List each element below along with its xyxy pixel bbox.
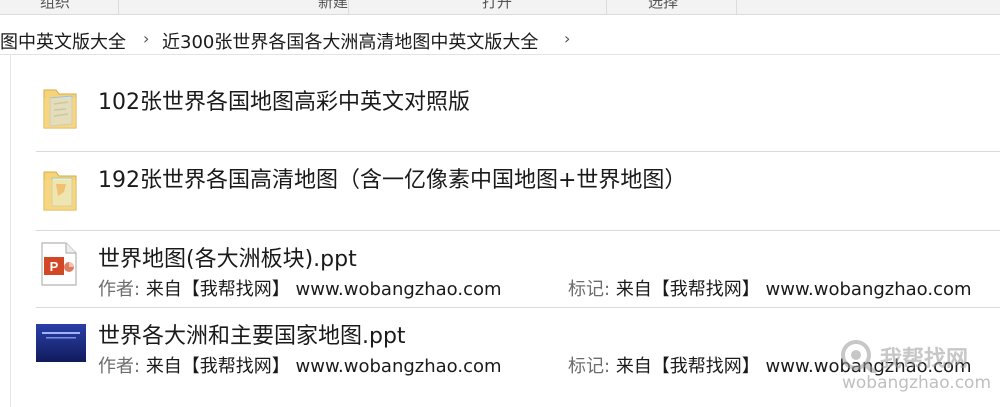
chevron-right-icon[interactable]: › [564,29,570,48]
ribbon-group-organize[interactable]: 组织 [0,0,119,14]
ribbon-group-new[interactable]: 新建 [118,0,349,14]
powerpoint-file-icon: P [40,241,78,291]
chevron-right-icon[interactable]: › [143,29,149,48]
folder-icon [42,84,78,134]
breadcrumb-item-current[interactable]: 近300张世界各国各大洲高清地图中英文版大全 [162,28,538,54]
file-name[interactable]: 世界各大洲和主要国家地图.ppt [98,318,406,350]
watermark-url: wobangzhao.com [842,373,992,393]
ribbon-group-open[interactable]: 打开 [348,0,607,14]
file-name[interactable]: 192张世界各国高清地图（含一亿像素中国地图+世界地图） [98,162,686,194]
author-value: 来自【我帮找网】 www.wobangzhao.com [145,279,502,300]
watermark-text: 我帮找网 [880,347,969,372]
ribbon-label-organize: 组织 [40,0,71,11]
list-item[interactable]: P 世界地图(各大洲板块).ppt 作者: 来自【我帮找网】 www.woban… [36,230,1000,307]
navigation-pane-edge [0,55,11,407]
breadcrumb: 图中英文版大全 › 近300张世界各国各大洲高清地图中英文版大全 › [0,22,1000,55]
author-label: 作者: [98,279,141,300]
ribbon-label-select: 选择 [648,0,679,11]
tag-value: 来自【我帮找网】 www.wobangzhao.com [615,279,972,300]
file-name[interactable]: 世界地图(各大洲板块).ppt [98,241,357,273]
slide-thumbnail-icon [36,324,86,366]
ribbon: 组织 新建 打开 选择 [0,0,1000,15]
ribbon-label-new: 新建 [318,0,349,11]
tag-label: 标记: [568,356,611,377]
ribbon-group-select[interactable]: 选择 [606,0,737,14]
watermark: 我帮找网 wobangzhao.com [836,339,992,401]
list-item[interactable]: 102张世界各国地图高彩中英文对照版 [36,72,1000,150]
tag-meta: 标记: 来自【我帮找网】 www.wobangzhao.com [568,275,972,301]
list-item[interactable]: 192张世界各国高清地图（含一亿像素中国地图+世界地图） [36,151,1000,230]
svg-text:P: P [50,259,59,274]
author-label: 作者: [98,356,141,377]
author-value: 来自【我帮找网】 www.wobangzhao.com [145,356,502,377]
tag-label: 标记: [568,279,611,300]
author-meta: 作者: 来自【我帮找网】 www.wobangzhao.com [98,352,502,378]
folder-icon [42,166,78,216]
author-meta: 作者: 来自【我帮找网】 www.wobangzhao.com [98,275,502,301]
watermark-logo-icon [841,340,876,373]
breadcrumb-item-parent[interactable]: 图中英文版大全 [0,28,126,54]
file-name[interactable]: 102张世界各国地图高彩中英文对照版 [98,84,470,116]
ribbon-label-open: 打开 [482,0,513,11]
